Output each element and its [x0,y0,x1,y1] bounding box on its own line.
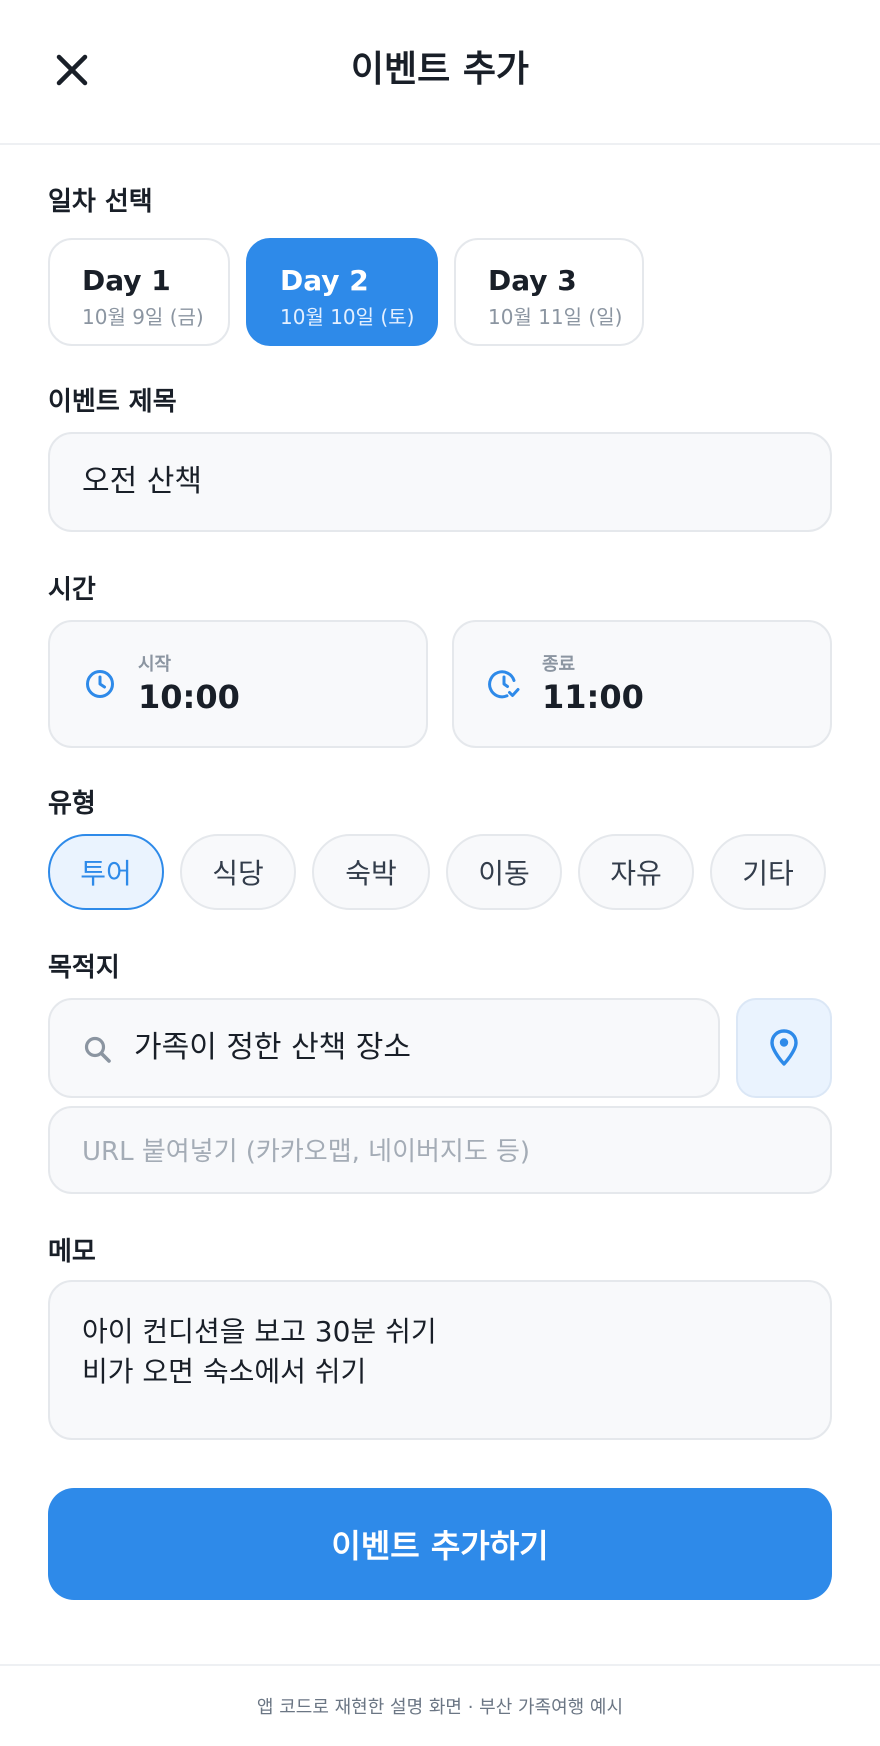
day-title: Day 1 [82,264,171,297]
type-option-tour[interactable]: 투어 [48,834,164,910]
day-chip-2[interactable]: Day 2 10월 10일 (토) [246,238,438,346]
day-date: 10월 10일 (토) [280,305,415,329]
location-pin-icon [770,1029,798,1066]
day-chip-1[interactable]: Day 1 10월 9일 (금) [48,238,230,346]
clock-icon [86,670,114,698]
event-title-input[interactable]: 오전 산책 [48,432,832,532]
destination-search-value: 가족이 정한 산책 장소 [134,1030,412,1065]
memo-textarea[interactable]: 아이 컨디션을 보고 30분 쉬기 비가 오면 숙소에서 쉬기 [48,1280,832,1440]
end-time-label: 종료 [542,654,576,675]
type-option-other[interactable]: 기타 [710,834,826,910]
day-chip-3[interactable]: Day 3 10월 11일 (일) [454,238,644,346]
start-time-field[interactable]: 시작 10:00 [48,620,428,748]
search-icon [84,1036,111,1063]
type-option-restaurant[interactable]: 식당 [180,834,296,910]
clock-check-icon [488,670,520,699]
destination-label: 목적지 [48,953,120,983]
end-time-value: 11:00 [542,678,644,716]
header: 이벤트 추가 [0,0,880,145]
event-title-value: 오전 산책 [82,464,202,499]
url-placeholder: URL 붙여넣기 (카카오맵, 네이버지도 등) [82,1137,531,1167]
destination-search-input[interactable]: 가족이 정한 산책 장소 [48,998,720,1098]
start-time-label: 시작 [138,654,172,675]
add-event-button[interactable]: 이벤트 추가하기 [48,1488,832,1600]
event-title-label: 이벤트 제목 [48,387,177,417]
end-time-field[interactable]: 종료 11:00 [452,620,832,748]
page-title: 이벤트 추가 [350,49,530,90]
time-label: 시간 [48,575,96,605]
memo-line-2: 비가 오면 숙소에서 쉬기 [82,1355,367,1388]
memo-label: 메모 [48,1237,96,1267]
start-time-value: 10:00 [138,678,240,716]
day-title: Day 2 [280,264,369,297]
type-option-free[interactable]: 자유 [578,834,694,910]
day-section-label: 일차 선택 [48,187,153,217]
type-label: 유형 [48,789,96,819]
url-input[interactable]: URL 붙여넣기 (카카오맵, 네이버지도 등) [48,1106,832,1194]
map-pin-button[interactable] [736,998,832,1098]
day-date: 10월 9일 (금) [82,305,204,329]
day-date: 10월 11일 (일) [488,305,623,329]
type-option-transport[interactable]: 이동 [446,834,562,910]
memo-line-1: 아이 컨디션을 보고 30분 쉬기 [82,1315,437,1348]
day-title: Day 3 [488,264,577,297]
footer-caption: 앱 코드로 재현한 설명 화면 · 부산 가족여행 예시 [0,1664,880,1746]
type-option-lodging[interactable]: 숙박 [312,834,430,910]
add-event-screen: 이벤트 추가 일차 선택 Day 1 10월 9일 (금) Day 2 10월 … [0,0,880,1746]
